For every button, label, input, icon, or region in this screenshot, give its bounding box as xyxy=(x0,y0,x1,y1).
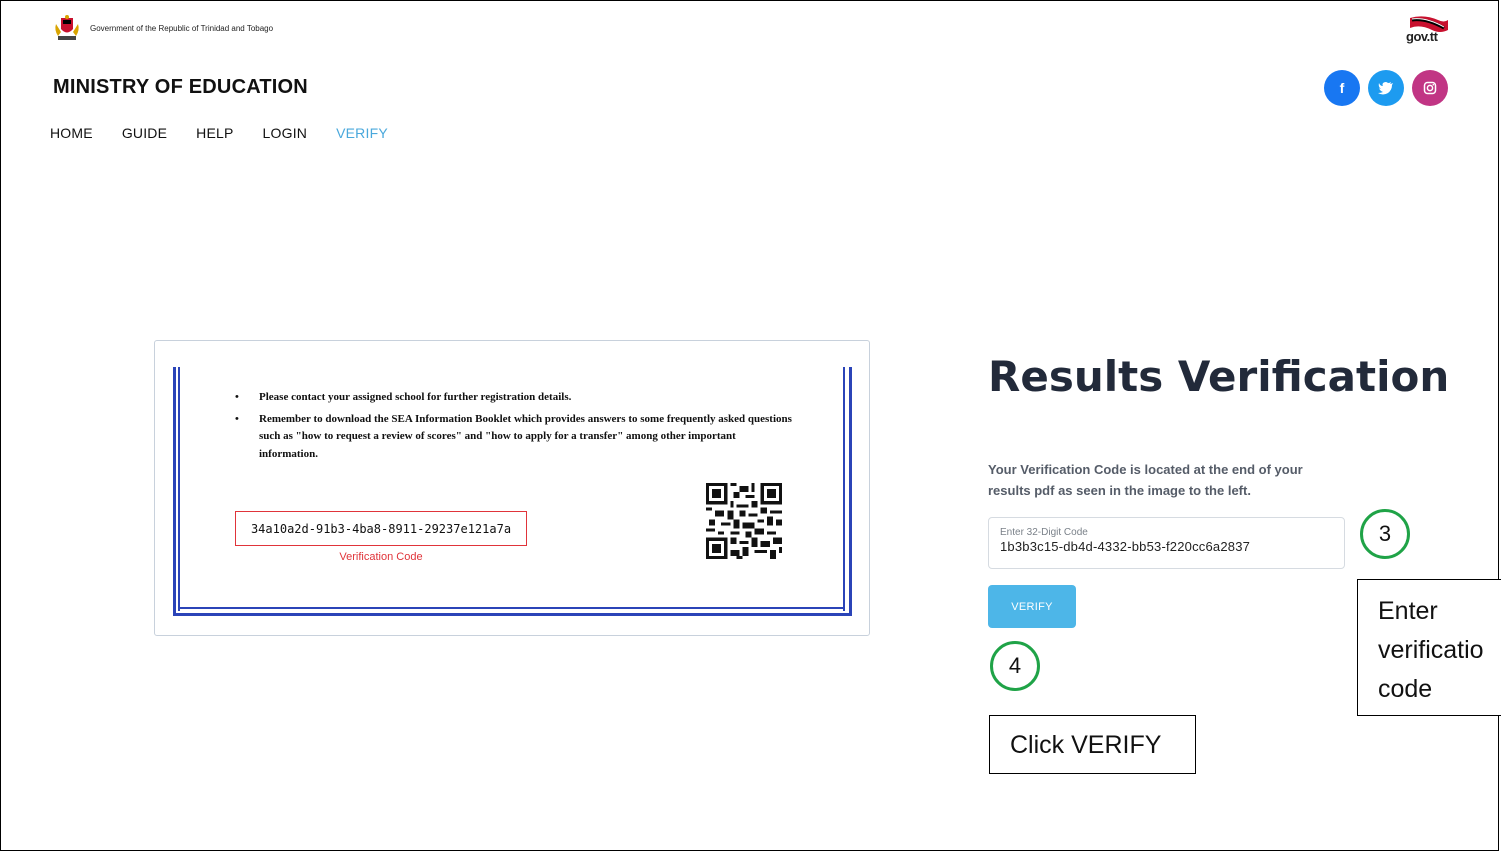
main-nav: HOME GUIDE HELP LOGIN VERIFY xyxy=(50,125,388,141)
nav-verify[interactable]: VERIFY xyxy=(336,125,388,141)
page-title: Results Verification xyxy=(988,352,1450,401)
verification-code-field[interactable]: Enter 32-Digit Code xyxy=(988,517,1345,569)
document-notes: Please contact your assigned school for … xyxy=(235,389,795,467)
step-4-callout: Click VERIFY xyxy=(989,715,1196,774)
verification-code-input[interactable] xyxy=(1000,539,1333,554)
nav-guide[interactable]: GUIDE xyxy=(122,125,167,141)
coat-of-arms-icon xyxy=(55,15,79,40)
government-bar: Government of the Republic of Trinidad a… xyxy=(52,14,273,42)
government-title: Government of the Republic of Trinidad a… xyxy=(90,23,274,33)
step-4-marker: 4 xyxy=(990,641,1040,691)
step-3-callout: Enter verificatio code xyxy=(1357,579,1501,716)
document-border xyxy=(173,613,852,616)
document-note: Remember to download the SEA Information… xyxy=(235,411,795,464)
sample-verification-code: 34a10a2d-91b3-4ba8-8911-29237e121a7a xyxy=(235,511,527,546)
step-3-marker: 3 xyxy=(1360,509,1410,559)
twitter-icon[interactable] xyxy=(1368,70,1404,106)
instagram-icon[interactable] xyxy=(1412,70,1448,106)
document-border xyxy=(178,367,180,611)
sample-results-document: Please contact your assigned school for … xyxy=(154,340,870,636)
ministry-title: MINISTRY OF EDUCATION xyxy=(53,76,308,98)
document-border xyxy=(173,367,176,615)
verify-button[interactable]: VERIFY xyxy=(988,585,1076,628)
verification-code-label: Enter 32-Digit Code xyxy=(1000,527,1088,538)
facebook-icon[interactable]: f xyxy=(1324,70,1360,106)
nav-login[interactable]: LOGIN xyxy=(263,125,308,141)
document-border xyxy=(849,367,852,615)
govtt-logo-text: gov.tt xyxy=(1406,29,1438,44)
verification-code-caption: Verification Code xyxy=(339,551,423,563)
nav-home[interactable]: HOME xyxy=(50,125,93,141)
document-border xyxy=(178,607,845,609)
nav-help[interactable]: HELP xyxy=(196,125,233,141)
verification-instructions: Your Verification Code is located at the… xyxy=(988,462,1303,498)
qr-code-icon xyxy=(706,483,782,559)
document-border xyxy=(843,367,845,611)
document-note: Please contact your assigned school for … xyxy=(235,389,795,407)
